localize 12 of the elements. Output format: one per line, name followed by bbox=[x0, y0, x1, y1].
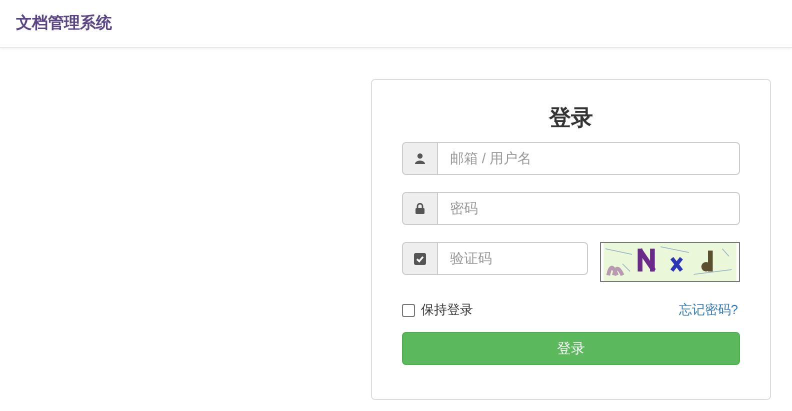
username-field[interactable]: 邮箱 / 用户名 bbox=[438, 142, 740, 175]
user-icon bbox=[415, 153, 425, 164]
checkbox-tick-icon bbox=[414, 252, 426, 264]
remember-label: 保持登录 bbox=[421, 301, 473, 320]
login-heading: 登录 bbox=[549, 104, 593, 132]
captcha-field[interactable]: 验证码 bbox=[438, 242, 588, 275]
password-field[interactable]: 密码 bbox=[438, 192, 740, 225]
remember-checkbox[interactable] bbox=[402, 304, 415, 316]
login-button[interactable]: 登录 bbox=[402, 332, 740, 365]
forgot-password-link[interactable]: 忘记密码? bbox=[678, 300, 740, 320]
lock-icon bbox=[415, 203, 425, 214]
site-title[interactable]: 文档管理系统 bbox=[16, 12, 112, 36]
